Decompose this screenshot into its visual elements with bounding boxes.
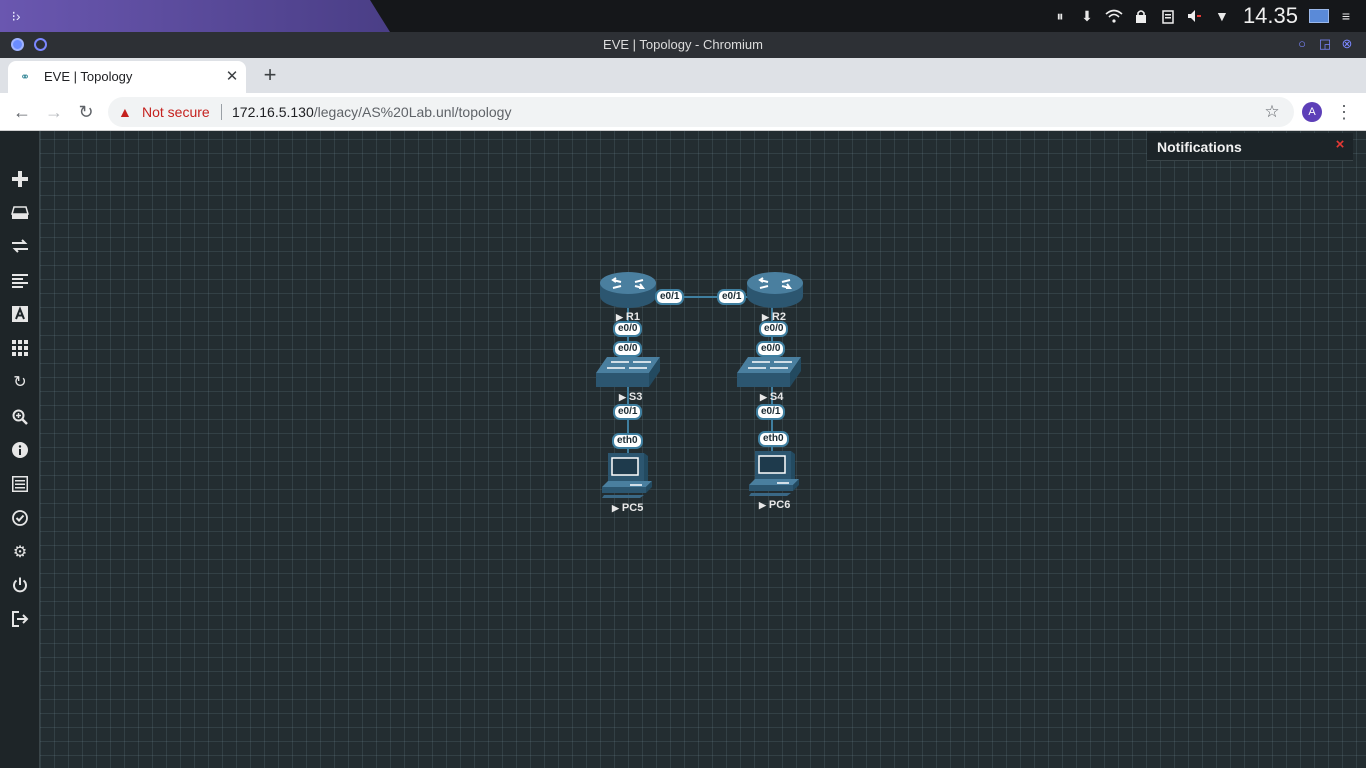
lock-icon[interactable] [1131, 6, 1151, 26]
security-label[interactable]: Not secure [142, 97, 210, 127]
volume-icon[interactable] [1185, 6, 1205, 26]
workspace-icon[interactable] [1309, 9, 1329, 23]
dropdown-icon[interactable]: ▼ [1212, 6, 1232, 26]
tab-title: EVE | Topology [44, 69, 133, 84]
node-label-s4[interactable]: ▶ S4 [760, 391, 783, 403]
pause-icon[interactable]: ⏸ [1050, 6, 1070, 26]
eve-favicon-icon: ⚭ [20, 70, 31, 84]
tab-strip: ⚭ EVE | Topology ✕ + [0, 58, 1366, 93]
clipboard-icon[interactable] [1158, 6, 1178, 26]
interface-label[interactable]: eth0 [758, 431, 789, 447]
profile-avatar[interactable]: A [1302, 102, 1322, 122]
back-icon[interactable]: ← [10, 100, 34, 124]
switch-icon[interactable] [595, 355, 661, 389]
interface-label[interactable]: eth0 [612, 433, 643, 449]
topology-canvas: ▶ R1 ▶ R2 ▶ S3 ▶ S4 ▶ PC5 ▶ PC6 e0/1 e0/… [0, 131, 1366, 768]
system-tray: ⏸ ⬇ ▼ 14.35 ≡ [1050, 0, 1366, 32]
forward-icon[interactable]: → [42, 100, 66, 124]
system-top-bar: ⁝› ⏸ ⬇ ▼ 14.35 ≡ [0, 0, 1366, 32]
hamburger-icon[interactable]: ≡ [1336, 6, 1356, 26]
minimize-icon[interactable]: ○ [1295, 37, 1309, 51]
interface-label[interactable]: e0/1 [756, 404, 786, 420]
download-icon[interactable]: ⬇ [1077, 6, 1097, 26]
window-title: EVE | Topology - Chromium [603, 37, 763, 52]
node-label-pc6[interactable]: ▶ PC6 [759, 499, 790, 511]
address-bar[interactable]: ▲ Not secure 172.16.5.130/legacy/AS%20La… [108, 97, 1294, 127]
tab-eve-topology[interactable]: ⚭ EVE | Topology ✕ [8, 61, 246, 93]
browser-toolbar: ← → ↻ ▲ Not secure 172.16.5.130/legacy/A… [0, 93, 1366, 131]
url-text[interactable]: 172.16.5.130/legacy/AS%20Lab.unl/topolog… [232, 97, 511, 127]
tab-close-icon[interactable]: ✕ [224, 69, 240, 85]
url-path: /legacy/AS%20Lab.unl/topology [313, 104, 512, 120]
interface-label[interactable]: e0/1 [655, 289, 685, 305]
wifi-icon[interactable] [1104, 6, 1124, 26]
maximize-icon[interactable]: ◲ [1318, 37, 1332, 51]
clock: 14.35 [1242, 3, 1298, 28]
node-label-s3[interactable]: ▶ S3 [619, 391, 642, 403]
reload-icon[interactable]: ↻ [74, 100, 98, 124]
divider [221, 104, 222, 120]
node-label-pc5[interactable]: ▶ PC5 [612, 502, 643, 514]
switch-icon[interactable] [736, 355, 802, 389]
app-launcher-icon[interactable]: ⁝› [6, 6, 26, 26]
pc-icon[interactable] [747, 449, 803, 497]
bookmark-star-icon[interactable]: ☆ [1262, 102, 1282, 122]
eve-workspace[interactable]: ↻ ⚙ Notifications × ▶ R1 ▶ R2 ▶ S3 ▶ S4 … [0, 131, 1366, 768]
router-icon[interactable] [599, 271, 657, 309]
url-host: 172.16.5.130 [232, 104, 314, 120]
interface-label[interactable]: e0/1 [613, 404, 643, 420]
pc-icon[interactable] [600, 451, 656, 499]
router-icon[interactable] [746, 271, 804, 309]
window-close-icon[interactable]: ⊗ [1340, 37, 1354, 51]
new-tab-button[interactable]: + [258, 63, 282, 87]
interface-label[interactable]: e0/0 [759, 321, 789, 337]
browser-menu-icon[interactable]: ⋮ [1334, 100, 1354, 124]
launcher-panel [0, 0, 390, 32]
warning-icon[interactable]: ▲ [118, 104, 134, 120]
interface-label[interactable]: e0/1 [717, 289, 747, 305]
interface-label[interactable]: e0/0 [613, 321, 643, 337]
window-titlebar: EVE | Topology - Chromium ○ ◲ ⊗ [0, 32, 1366, 58]
interface-label[interactable]: e0/0 [613, 341, 643, 357]
interface-label[interactable]: e0/0 [756, 341, 786, 357]
